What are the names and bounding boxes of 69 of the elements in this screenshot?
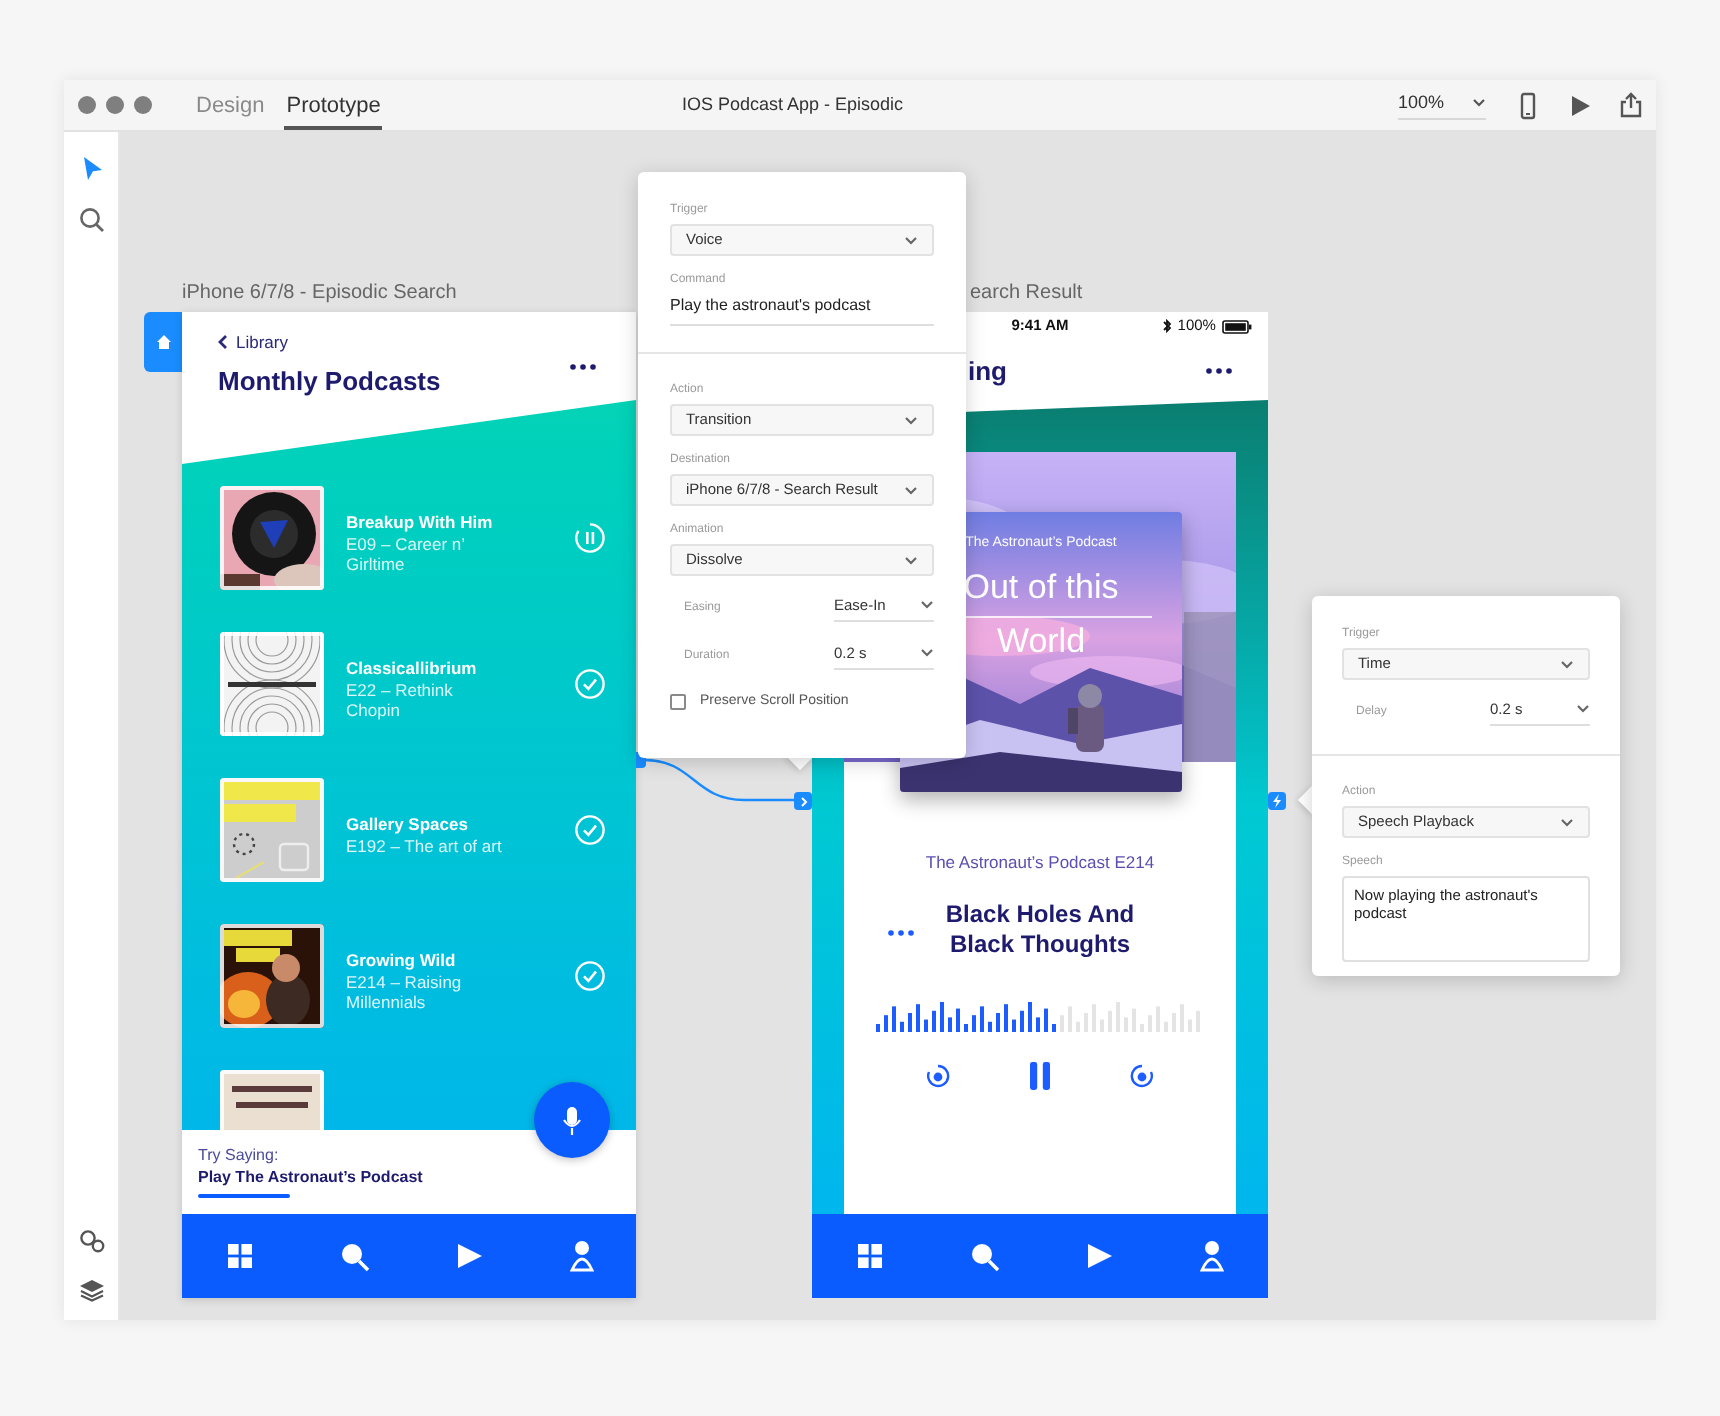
search-icon[interactable] — [969, 1241, 1000, 1271]
zoom-dropdown[interactable]: 100% — [1398, 89, 1486, 121]
grid-icon[interactable] — [855, 1242, 884, 1270]
underline-bar — [198, 1194, 290, 1198]
chevron-down-icon — [920, 648, 934, 658]
bluetooth-icon — [1161, 318, 1172, 334]
episode-title: Black Holes And Black Thoughts — [943, 899, 1137, 960]
layers-icon[interactable] — [77, 1278, 105, 1302]
grid-icon[interactable] — [225, 1242, 253, 1270]
chevron-down-icon — [904, 415, 918, 425]
play-icon[interactable] — [1568, 93, 1592, 117]
podcast-episode: The Astronaut’s Podcast E214 — [925, 850, 1155, 876]
episode-subtitle: E22 – Rethink — [346, 680, 455, 700]
circles-icon[interactable] — [77, 1228, 105, 1254]
check-circle-icon — [574, 960, 606, 992]
pause-icon[interactable] — [1028, 1059, 1052, 1092]
chevron-down-icon — [904, 235, 918, 245]
search-icon[interactable] — [77, 206, 105, 234]
episode-subtitle: E09 – Career n’ — [346, 534, 468, 554]
check-circle-icon — [574, 668, 606, 700]
more-icon[interactable] — [1206, 367, 1232, 373]
episode-title: Growing Wild — [346, 948, 458, 972]
battery-icon — [1221, 319, 1252, 333]
voice-command: Play The Astronaut’s Podcast — [198, 1166, 425, 1188]
forward-icon[interactable] — [1130, 1063, 1154, 1088]
chevron-down-icon — [904, 485, 918, 495]
episode-subtitle: Girltime — [346, 554, 407, 574]
prompt-label: Try Saying: — [198, 1144, 281, 1166]
person-icon[interactable] — [1200, 1240, 1225, 1272]
episode-subtitle: E214 – Raising — [346, 972, 464, 992]
trigger-handle[interactable] — [1268, 792, 1286, 810]
person-icon[interactable] — [569, 1240, 593, 1272]
artboard-label: iPhone 6/7/8 - Episodic Search — [182, 280, 457, 308]
chevron-right-icon — [799, 795, 807, 807]
chevron-down-icon — [1560, 817, 1574, 827]
home-icon — [155, 334, 171, 350]
play-icon[interactable] — [1086, 1242, 1115, 1270]
cover-title: Out of this — [963, 567, 1119, 607]
lightning-icon — [1272, 794, 1282, 808]
screen-title: Monthly Podcasts — [218, 367, 441, 393]
microphone-icon — [562, 1105, 582, 1135]
chevron-left-icon — [218, 334, 228, 351]
episode-subtitle: E192 – The art of art — [346, 836, 504, 856]
episode-title: Breakup With Him — [346, 510, 495, 534]
chevron-down-icon — [1472, 98, 1486, 108]
artboard-label: earch Result — [970, 280, 1083, 308]
chevron-down-icon — [1576, 704, 1590, 714]
rewind-icon[interactable] — [926, 1063, 950, 1088]
home-tab[interactable] — [144, 312, 182, 372]
more-icon[interactable] — [570, 364, 596, 370]
search-icon[interactable] — [339, 1241, 369, 1271]
screen-title: ing — [968, 357, 1007, 383]
episode-subtitle: Millennials — [346, 992, 428, 1012]
chevron-down-icon — [904, 555, 918, 565]
checkbox[interactable] — [670, 694, 686, 711]
phone-icon[interactable] — [1518, 91, 1538, 119]
window-title: IOS Podcast App - Episodic — [682, 91, 904, 118]
cover-title: World — [996, 621, 1086, 661]
chevron-down-icon — [1560, 659, 1574, 669]
play-icon[interactable] — [455, 1242, 483, 1270]
check-circle-icon — [574, 814, 606, 846]
chevron-down-icon — [920, 600, 934, 610]
connection-handle[interactable] — [794, 792, 812, 810]
episode-title: Gallery Spaces — [346, 812, 470, 836]
episode-title: Classicallibrium — [346, 656, 479, 680]
share-icon[interactable] — [1618, 92, 1644, 118]
back-link[interactable]: Library — [218, 334, 441, 351]
episode-subtitle: Chopin — [346, 700, 402, 720]
command-field[interactable]: Play the astronaut's podcast — [670, 294, 934, 326]
